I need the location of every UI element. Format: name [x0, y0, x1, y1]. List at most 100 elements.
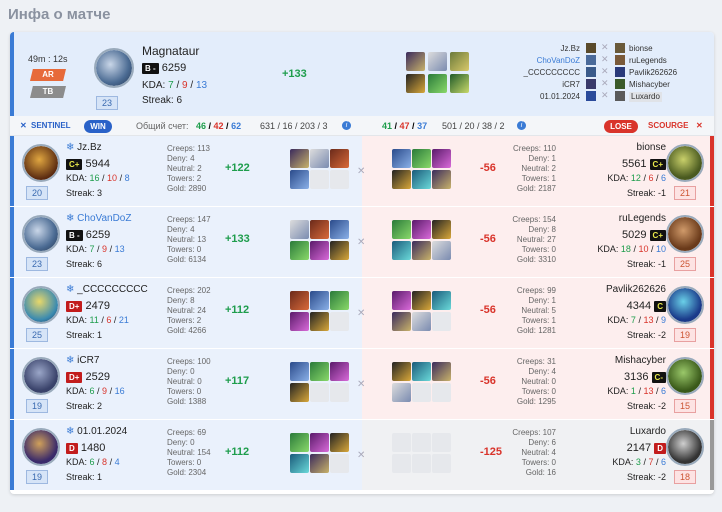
player-name[interactable]: ❄ Jz.Bz: [66, 142, 102, 153]
item-slot[interactable]: [290, 170, 309, 189]
versus-icon: ✕: [601, 42, 609, 52]
item-slot[interactable]: [310, 454, 329, 473]
item-slot[interactable]: [412, 312, 431, 331]
hero-avatar[interactable]: [666, 144, 704, 182]
item-slot[interactable]: [412, 149, 431, 168]
item-slot[interactable]: [392, 149, 411, 168]
item-slot[interactable]: [330, 220, 349, 239]
item-slot[interactable]: [290, 291, 309, 310]
vs-left-3[interactable]: _CCCCCCCCC: [524, 68, 580, 78]
item-slot[interactable]: [432, 149, 451, 168]
player-name-text[interactable]: _CCCCCCCCC: [77, 284, 148, 295]
item-slot[interactable]: [392, 170, 411, 189]
item-slot[interactable]: [406, 74, 425, 93]
vs-right-2[interactable]: ruLegends: [629, 56, 667, 66]
player-name[interactable]: bionse: [637, 142, 666, 153]
player-name[interactable]: ❄ _CCCCCCCCC: [66, 284, 148, 295]
item-slot[interactable]: [330, 291, 349, 310]
item-slot[interactable]: [412, 220, 431, 239]
player-avatar[interactable]: [94, 48, 134, 88]
hero-avatar[interactable]: [666, 286, 704, 324]
item-slot[interactable]: [290, 383, 309, 402]
player-name-text[interactable]: 01.01.2024: [77, 426, 127, 437]
hero-avatar[interactable]: [666, 428, 704, 466]
hero-level: 23: [26, 257, 48, 271]
versus-icon: ✕: [357, 308, 366, 319]
hero-avatar[interactable]: [666, 215, 704, 253]
hero-avatar[interactable]: [22, 144, 60, 182]
item-slot[interactable]: [432, 241, 451, 260]
player-name-text[interactable]: Jz.Bz: [77, 142, 101, 153]
info-icon[interactable]: i: [517, 121, 526, 130]
hero-avatar[interactable]: [22, 215, 60, 253]
item-slot[interactable]: [310, 291, 329, 310]
item-slot[interactable]: [330, 149, 349, 168]
player-hero-name[interactable]: Magnataur: [142, 44, 199, 58]
vs-left-2[interactable]: ChoVanDoZ: [537, 56, 580, 66]
player-name[interactable]: ❄ iCR7: [66, 355, 99, 366]
item-slot[interactable]: [450, 74, 469, 93]
player-name[interactable]: ❄ 01.01.2024: [66, 426, 127, 437]
item-slot[interactable]: [432, 220, 451, 239]
player-name-text[interactable]: ChoVanDoZ: [77, 213, 131, 224]
player-name[interactable]: Pavlik262626: [606, 284, 666, 295]
item-slot[interactable]: [392, 362, 411, 381]
player-name[interactable]: Luxardo: [630, 426, 666, 437]
player-name[interactable]: ruLegends: [619, 213, 666, 224]
item-slot[interactable]: [290, 362, 309, 381]
item-slot[interactable]: [310, 362, 329, 381]
player-name-text[interactable]: Mishacyber: [615, 355, 666, 366]
item-slot[interactable]: [392, 241, 411, 260]
item-slot[interactable]: [310, 433, 329, 452]
player-name-text[interactable]: iCR7: [77, 355, 99, 366]
item-slot[interactable]: [330, 362, 349, 381]
item-slot[interactable]: [310, 241, 329, 260]
item-slot[interactable]: [412, 362, 431, 381]
item-slot[interactable]: [392, 291, 411, 310]
vs-right-4[interactable]: Mishacyber: [629, 80, 670, 90]
vs-right-1[interactable]: bionse: [629, 44, 653, 54]
item-slot[interactable]: [412, 291, 431, 310]
item-slot[interactable]: [392, 220, 411, 239]
hero-avatar[interactable]: [22, 357, 60, 395]
item-slot[interactable]: [290, 433, 309, 452]
rating-diff: +133: [225, 233, 250, 245]
item-slot[interactable]: [310, 220, 329, 239]
item-slot[interactable]: [310, 312, 329, 331]
player-name-text[interactable]: Pavlik262626: [606, 284, 666, 295]
vs-left-4[interactable]: iCR7: [562, 80, 580, 90]
item-slot[interactable]: [290, 220, 309, 239]
vs-right-3[interactable]: Pavlik262626: [629, 68, 677, 78]
item-slot[interactable]: [432, 170, 451, 189]
player-rating: 5561: [622, 158, 647, 170]
item-slot[interactable]: [310, 149, 329, 168]
item-slot[interactable]: [428, 74, 447, 93]
item-slot[interactable]: [330, 433, 349, 452]
item-slot[interactable]: [428, 52, 447, 71]
item-slot[interactable]: [412, 170, 431, 189]
item-slot[interactable]: [290, 149, 309, 168]
hero-avatar[interactable]: [22, 286, 60, 324]
player-name-text[interactable]: Luxardo: [630, 426, 666, 437]
item-slot[interactable]: [406, 52, 425, 71]
vs-left-5[interactable]: 01.01.2024: [540, 92, 580, 102]
item-slot[interactable]: [450, 52, 469, 71]
player-name[interactable]: ❄ ChoVanDoZ: [66, 213, 131, 224]
item-slot[interactable]: [290, 241, 309, 260]
info-icon[interactable]: i: [342, 121, 351, 130]
vs-left-1[interactable]: Jz.Bz: [560, 44, 580, 54]
item-slot[interactable]: [412, 241, 431, 260]
player-name-text[interactable]: ruLegends: [619, 213, 666, 224]
item-slot[interactable]: [432, 291, 451, 310]
item-slot[interactable]: [392, 383, 411, 402]
item-slot[interactable]: [290, 312, 309, 331]
player-name[interactable]: Mishacyber: [615, 355, 666, 366]
vs-right-5[interactable]: Luxardo: [629, 92, 662, 102]
hero-avatar[interactable]: [22, 428, 60, 466]
hero-avatar[interactable]: [666, 357, 704, 395]
item-slot[interactable]: [290, 454, 309, 473]
player-name-text[interactable]: bionse: [637, 142, 666, 153]
item-slot[interactable]: [432, 362, 451, 381]
item-slot[interactable]: [330, 241, 349, 260]
item-slot[interactable]: [392, 312, 411, 331]
